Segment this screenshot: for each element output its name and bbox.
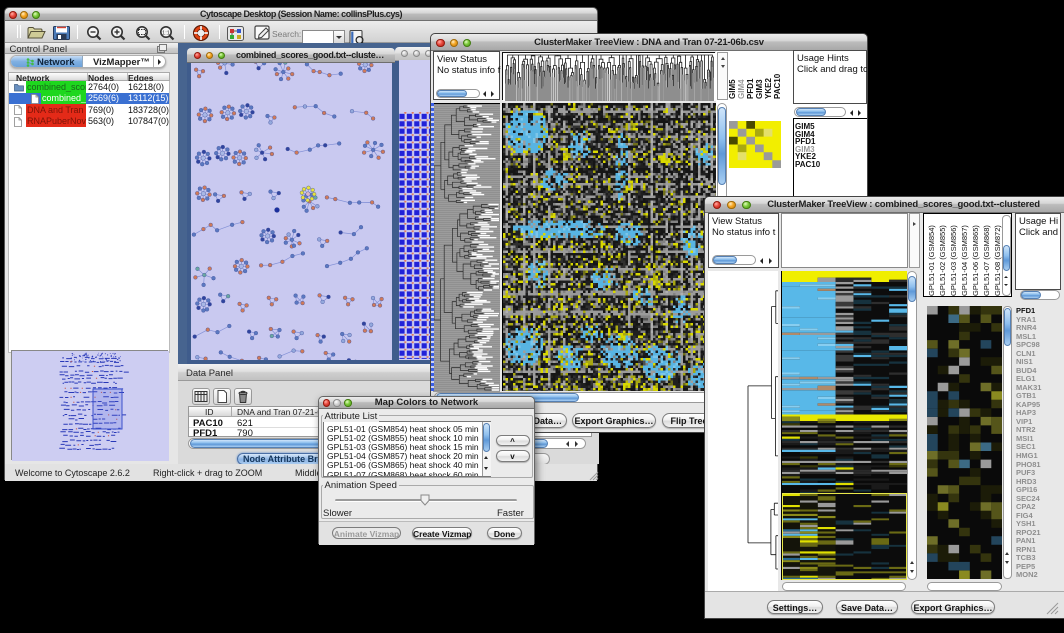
svg-text:1:1: 1:1 (162, 30, 170, 36)
